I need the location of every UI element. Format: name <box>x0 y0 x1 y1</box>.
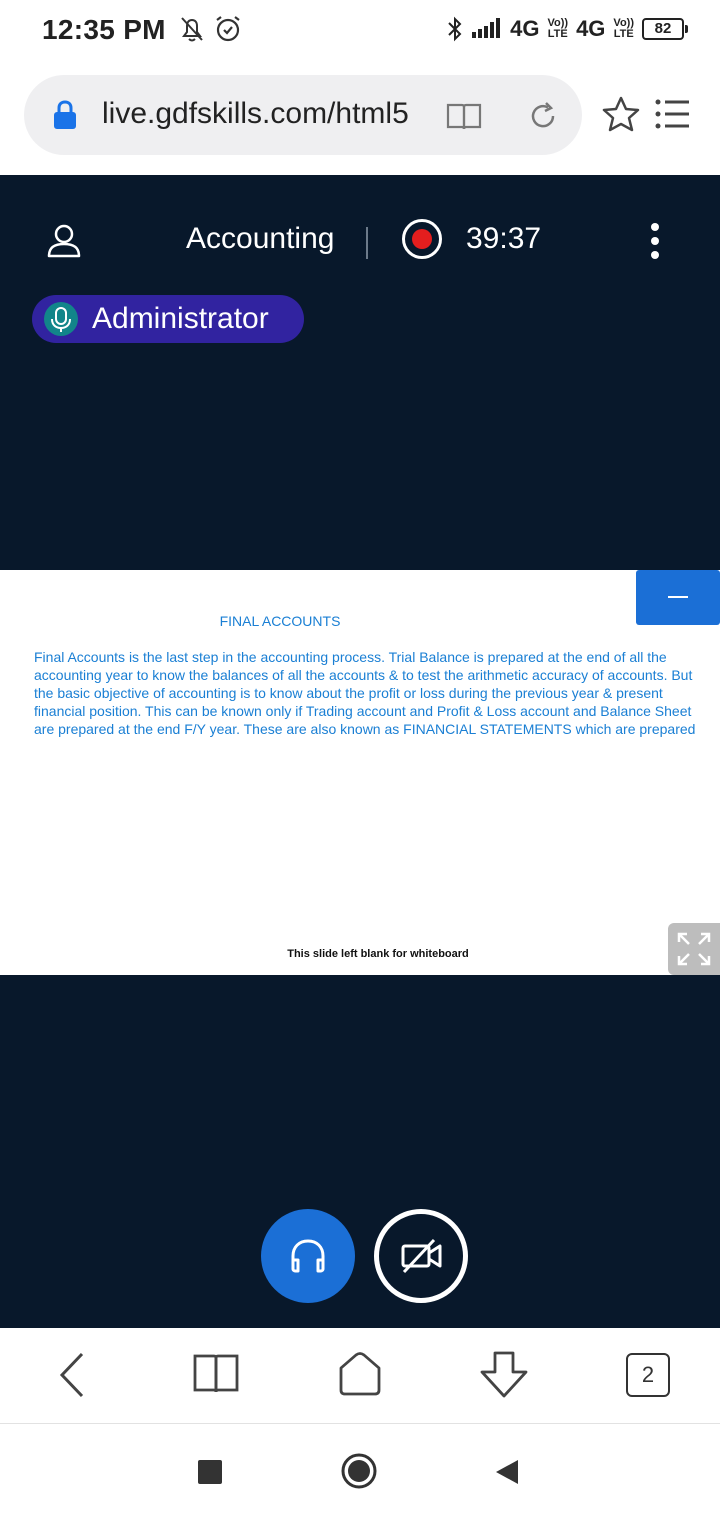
system-back-icon[interactable] <box>494 1458 520 1486</box>
meeting-title: Accounting <box>186 222 335 255</box>
status-bar: 12:35 PM 4G Vo)) LTE 4G Vo)) LTE 82 <box>0 0 720 62</box>
network-type-2: 4G <box>576 16 606 41</box>
browser-menu-icon[interactable] <box>655 98 691 130</box>
header-divider <box>366 227 368 259</box>
recording-timer: 39:37 <box>466 222 542 255</box>
browser-bottom-nav: 2 <box>0 1328 720 1424</box>
options-menu-icon[interactable] <box>640 219 670 263</box>
notifications-muted-icon <box>181 17 203 42</box>
address-bar[interactable]: live.gdfskills.com/html5client/join <box>24 75 582 155</box>
presentation-slide: FINAL ACCOUNTS Final Accounts is the las… <box>0 570 720 975</box>
user-list-icon[interactable] <box>46 223 82 259</box>
browser-toolbar: live.gdfskills.com/html5client/join <box>0 62 720 175</box>
volte-indicator-1: Vo)) LTE <box>547 17 569 40</box>
volte-indicator-2: Vo)) LTE <box>613 17 634 40</box>
slide-body-text: Final Accounts is the last step in the a… <box>34 649 696 737</box>
tabs-count-button[interactable]: 2 <box>626 1353 670 1397</box>
reload-icon[interactable] <box>526 99 560 133</box>
battery-indicator: 82 <box>642 18 688 40</box>
alarm-icon <box>216 16 240 42</box>
home-icon[interactable] <box>336 1350 384 1398</box>
headphones-icon <box>291 1239 325 1273</box>
status-right-icons: 4G Vo)) LTE 4G Vo)) LTE 82 <box>446 16 688 42</box>
network-type-1: 4G <box>510 16 540 41</box>
video-off-icon <box>401 1238 442 1274</box>
bookmarks-icon[interactable] <box>192 1350 240 1396</box>
slide-title: FINAL ACCOUNTS <box>219 613 341 629</box>
microphone-icon <box>44 302 78 336</box>
status-left-icons <box>178 14 242 44</box>
video-off-button[interactable] <box>374 1209 468 1303</box>
record-button[interactable] <box>402 219 442 259</box>
speaker-name: Administrator <box>92 302 269 335</box>
talking-indicator[interactable]: Administrator <box>32 295 304 343</box>
system-nav-bar <box>0 1424 720 1520</box>
slide-footer: This slide left blank for whiteboard <box>287 948 469 960</box>
download-icon[interactable] <box>478 1350 530 1400</box>
fullscreen-icon <box>677 932 711 966</box>
url-text[interactable]: live.gdfskills.com/html5client/join <box>102 97 408 135</box>
bookmark-star-icon[interactable] <box>602 96 640 132</box>
minimize-presentation-button[interactable] <box>636 570 720 625</box>
fullscreen-button[interactable] <box>668 923 720 975</box>
status-time: 12:35 PM <box>42 14 166 45</box>
system-home-icon[interactable] <box>340 1452 378 1490</box>
lock-icon <box>54 100 76 129</box>
audio-button[interactable] <box>261 1209 355 1303</box>
signal-icon <box>472 18 501 38</box>
bluetooth-icon <box>448 16 462 42</box>
back-icon[interactable] <box>52 1350 92 1400</box>
recents-icon[interactable] <box>198 1460 222 1484</box>
reader-mode-icon[interactable] <box>444 99 484 133</box>
